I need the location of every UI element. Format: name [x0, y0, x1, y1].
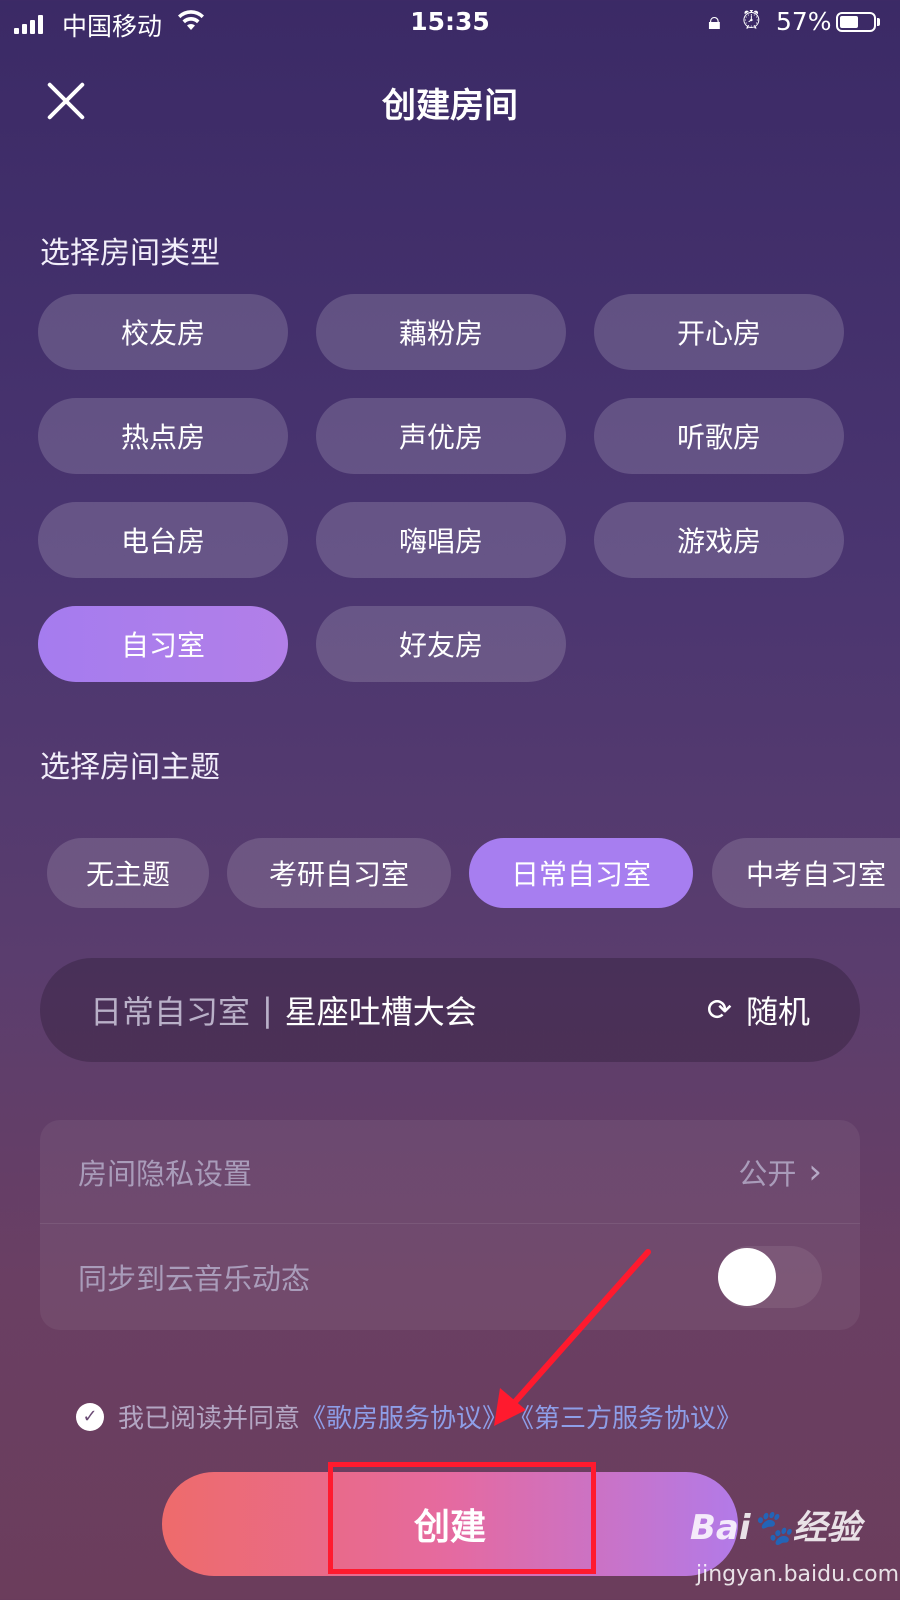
watermark-logo: Bai🐾经验 [690, 1508, 861, 1548]
room-type-chip[interactable]: 藕粉房 [316, 294, 566, 370]
room-name-value[interactable]: 星座吐槽大会 [285, 987, 477, 1033]
room-type-label: 选择房间类型 [40, 236, 220, 271]
agree-checkbox[interactable]: ✓ [76, 1402, 104, 1431]
rotation-lock-icon: 🔒︎ [708, 7, 721, 35]
room-type-chip[interactable]: 声优房 [316, 398, 566, 474]
privacy-setting-row[interactable]: 房间隐私设置 公开 › [40, 1120, 860, 1224]
privacy-label: 房间隐私设置 [78, 1156, 253, 1191]
third-party-agreement-link[interactable]: 《第三方服务协议》 [508, 1398, 742, 1435]
battery-icon [836, 12, 876, 32]
song-room-agreement-link[interactable]: 《歌房服务协议》 [300, 1398, 508, 1435]
agreement-row: ✓ 我已阅读并同意 《歌房服务协议》 《第三方服务协议》 [76, 1398, 742, 1435]
room-type-chip[interactable]: 电台房 [38, 502, 288, 578]
sync-setting-row: 同步到云音乐动态 [40, 1225, 860, 1329]
watermark-url: jingyan.baidu.com [696, 1562, 900, 1587]
room-type-chip[interactable]: 校友房 [38, 294, 288, 370]
battery-percent: 57% [776, 7, 832, 36]
agreement-text: 我已阅读并同意 [118, 1404, 301, 1434]
room-type-chip[interactable]: 嗨唱房 [316, 502, 566, 578]
room-name-prefix: 日常自习室 [90, 993, 251, 1031]
room-type-chip[interactable]: 好友房 [316, 606, 566, 682]
random-label: 随机 [745, 993, 810, 1031]
check-icon: ✓ [82, 1406, 98, 1427]
settings-panel: 房间隐私设置 公开 › 同步到云音乐动态 [40, 1120, 860, 1330]
room-name-separator: | [262, 991, 273, 1029]
room-theme-chip[interactable]: 中考自习室 [712, 838, 900, 908]
alarm-icon: ⏰︎ [742, 6, 761, 34]
room-type-chip[interactable]: 自习室 [38, 606, 288, 682]
sync-label: 同步到云音乐动态 [78, 1262, 311, 1296]
chevron-right-icon: › [808, 1151, 822, 1192]
room-type-chip[interactable]: 热点房 [38, 398, 288, 474]
room-theme-chip[interactable]: 考研自习室 [227, 838, 451, 908]
sync-toggle[interactable] [718, 1246, 822, 1308]
room-type-chip[interactable]: 开心房 [594, 294, 844, 370]
room-theme-label: 选择房间主题 [40, 750, 220, 785]
room-theme-chip[interactable]: 日常自习室 [469, 838, 693, 908]
status-bar: 中国移动 15:35 🔒︎ ⏰︎ 57% [0, 0, 900, 46]
toggle-knob [718, 1248, 776, 1306]
annotation-highlight-box [328, 1462, 596, 1574]
battery-tip [877, 18, 880, 26]
page-title: 创建房间 [382, 86, 518, 126]
room-name-field[interactable]: 日常自习室 | 星座吐槽大会 ⟳ 随机 [40, 958, 860, 1062]
room-type-chip[interactable]: 听歌房 [594, 398, 844, 474]
clock: 15:35 [410, 7, 490, 36]
privacy-value: 公开 [738, 1156, 797, 1191]
room-type-chip[interactable]: 游戏房 [594, 502, 844, 578]
refresh-icon: ⟳ [706, 992, 732, 1028]
room-theme-chip[interactable]: 无主题 [47, 838, 209, 908]
baidu-watermark: Bai🐾经验 jingyan.baidu.com [690, 1500, 899, 1596]
random-button[interactable]: ⟳ 随机 [707, 987, 810, 1033]
